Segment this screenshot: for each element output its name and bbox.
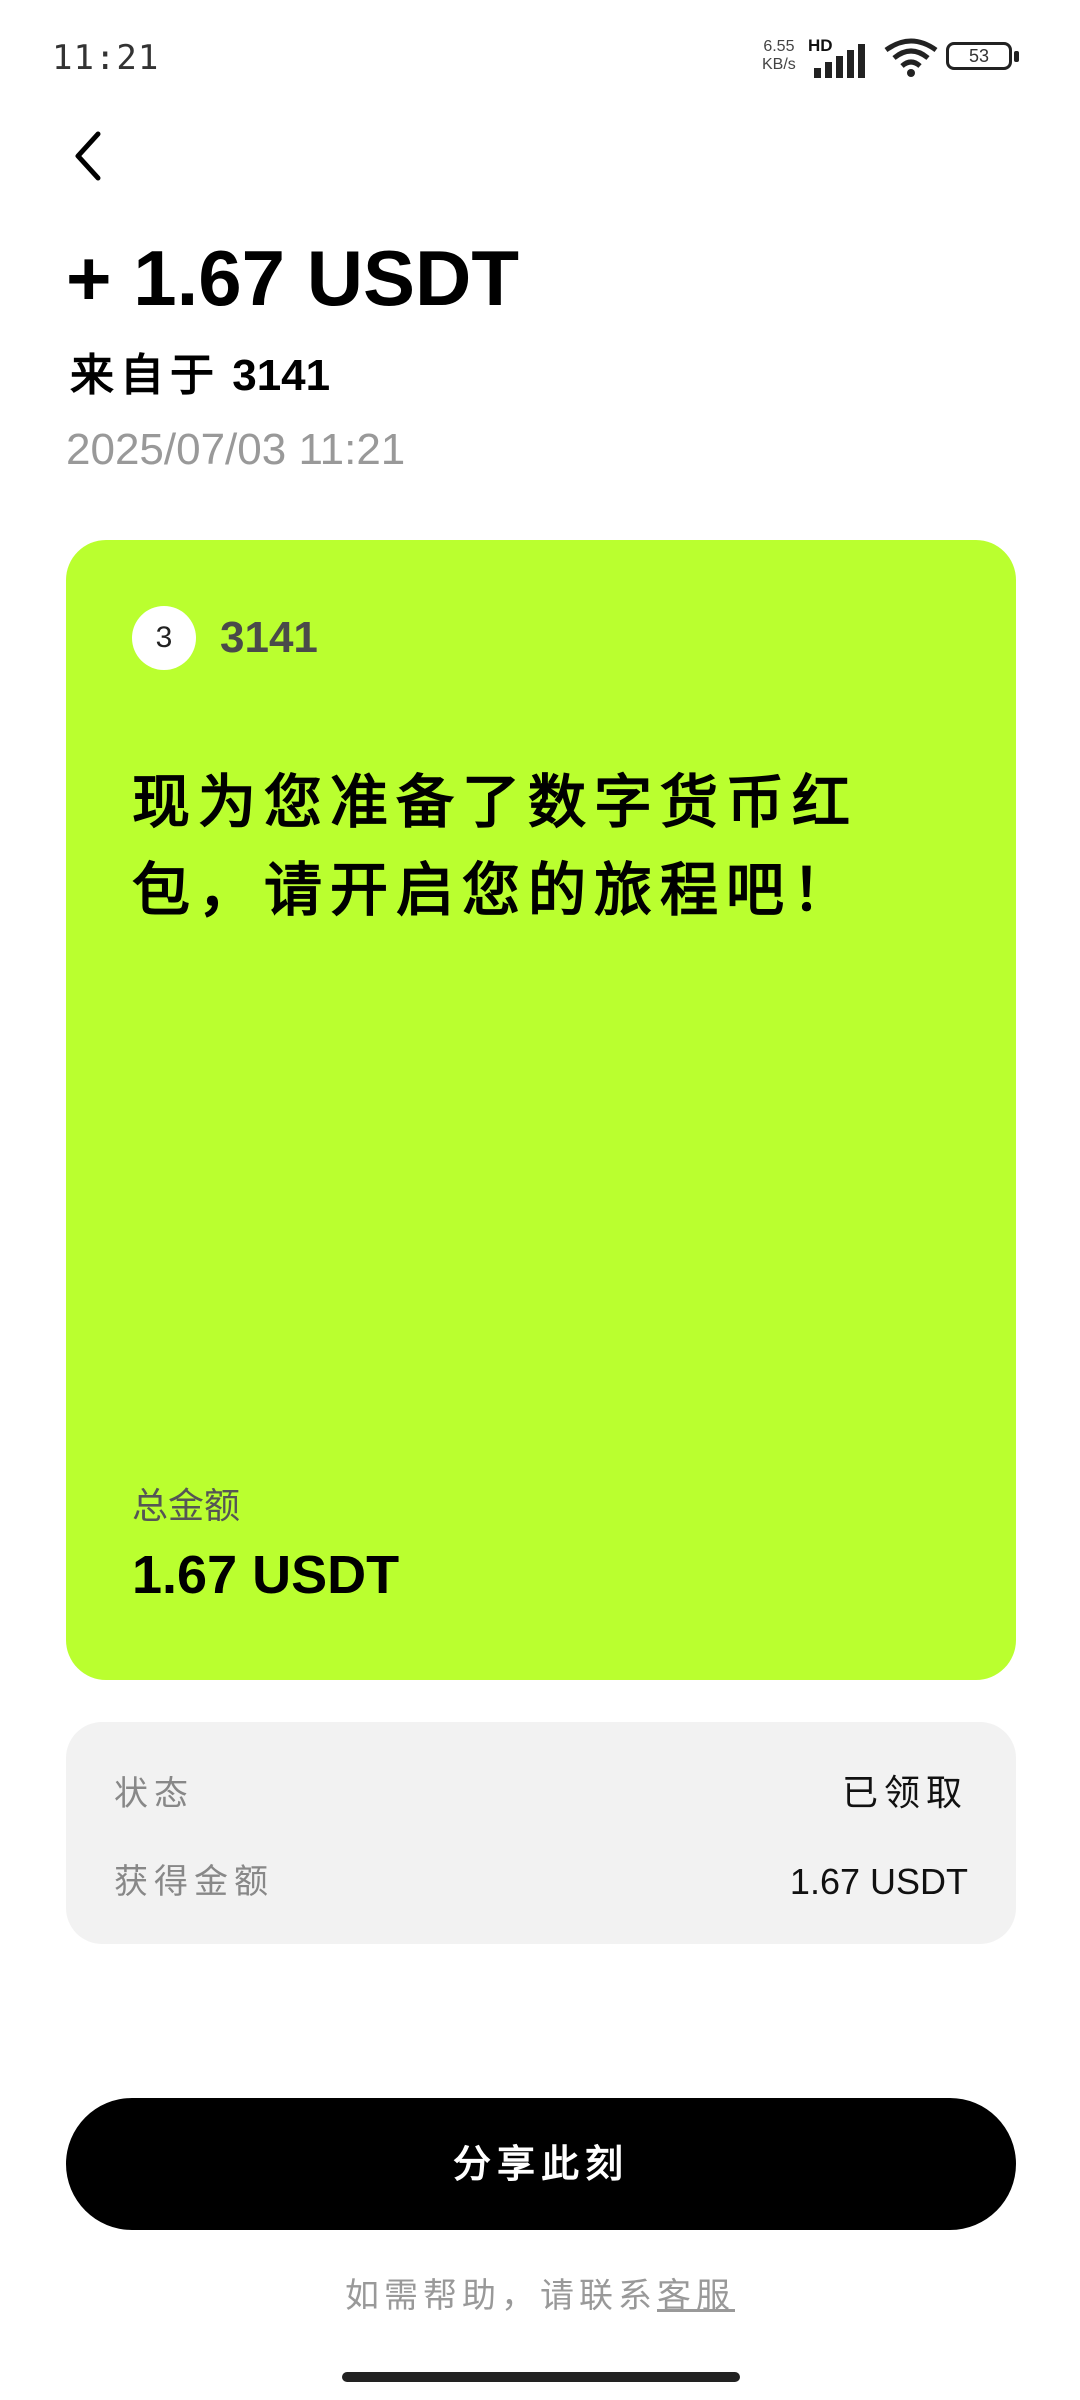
back-button[interactable]: [62, 120, 122, 190]
network-speed: 6.55 KB/s: [762, 38, 796, 74]
amount-title: + 1.67 USDT: [66, 234, 520, 322]
card-sender-name: 3141: [220, 613, 318, 662]
sender-line: 来自于 3141: [70, 348, 330, 404]
sender-prefix: 来自于: [70, 350, 220, 401]
chevron-left-icon: [75, 131, 101, 181]
total-amount-value: 1.67 USDT: [132, 1545, 400, 1605]
help-text: 如需帮助，请联系: [345, 2276, 657, 2316]
detail-label: 获得金额: [114, 1862, 274, 1902]
red-packet-card: 3 3141 现为您准备了数字货币红包，请开启您的旅程吧！ 总金额 1.67 U…: [66, 540, 1016, 1680]
battery-icon: 53: [946, 42, 1024, 74]
network-speed-value: 6.55: [763, 38, 795, 55]
card-message: 现为您准备了数字货币红包，请开启您的旅程吧！: [132, 768, 859, 924]
details-box: 状态 已领取 获得金额 1.67 USDT: [66, 1722, 1016, 1944]
status-bar: 11:21 6.55 KB/s HD 53: [0, 0, 1080, 120]
signal-icon: [814, 44, 865, 78]
avatar: 3: [132, 606, 196, 670]
battery-tip: [1014, 51, 1019, 62]
detail-row-amount: 获得金额 1.67 USDT: [114, 1854, 968, 1910]
help-line: 如需帮助，请联系客服: [0, 2268, 1080, 2324]
share-button[interactable]: 分享此刻: [66, 2098, 1016, 2230]
detail-row-status: 状态 已领取: [114, 1766, 968, 1822]
total-amount-label: 总金额: [132, 1486, 241, 1527]
received-amount-value: 1.67 USDT: [789, 1861, 968, 1902]
customer-service-link[interactable]: 客服: [657, 2276, 735, 2316]
network-speed-unit: KB/s: [762, 56, 796, 73]
status-value: 已领取: [841, 1773, 968, 1814]
battery-level: 53: [968, 46, 990, 66]
wifi-icon: [884, 38, 938, 77]
home-indicator[interactable]: [342, 2372, 740, 2382]
status-time: 11:21: [52, 38, 160, 78]
detail-label: 状态: [114, 1774, 194, 1814]
sender-name: 3141: [232, 351, 331, 400]
timestamp: 2025/07/03 11:21: [66, 425, 406, 474]
